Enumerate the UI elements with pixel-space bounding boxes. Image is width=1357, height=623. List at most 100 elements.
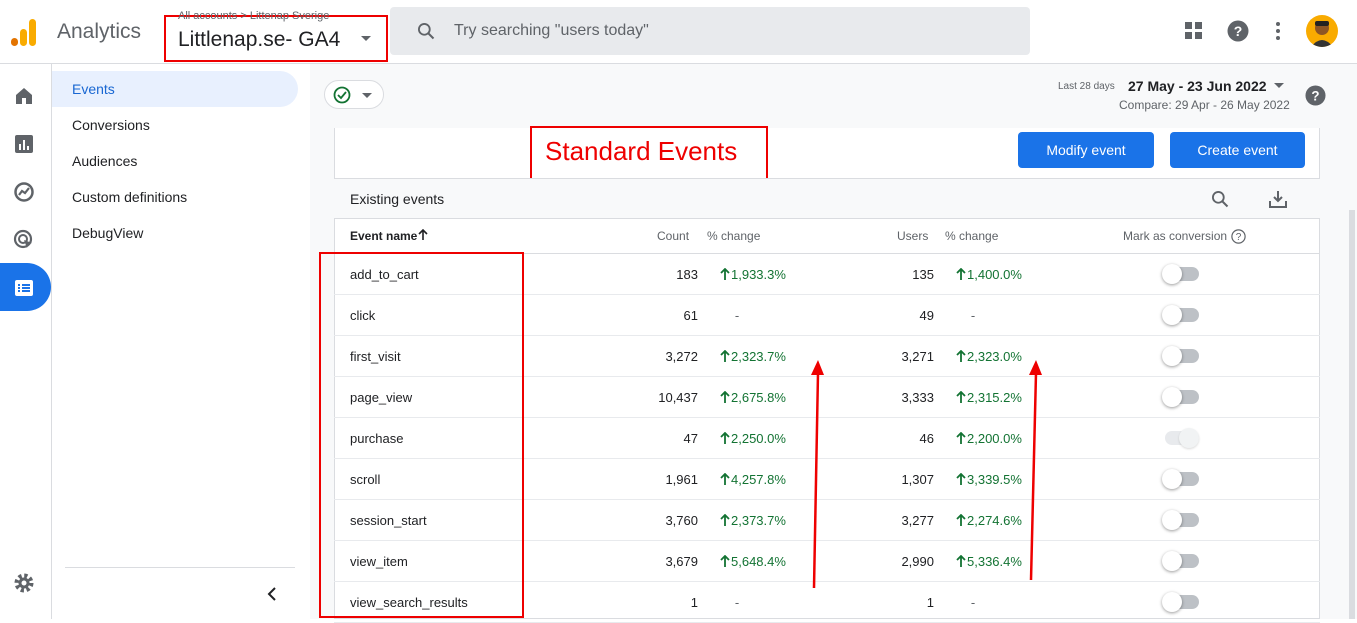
app-title: Analytics [57, 20, 142, 43]
help-icon[interactable]: ? [1227, 20, 1249, 42]
column-header-users[interactable]: Users [897, 229, 928, 243]
mark-as-conversion-toggle[interactable] [1162, 592, 1199, 612]
chevron-down-icon[interactable] [1274, 83, 1284, 88]
arrow-up-icon [956, 514, 966, 526]
sort-arrow-up-icon[interactable] [418, 229, 428, 241]
mark-as-conversion-toggle[interactable] [1162, 551, 1199, 571]
column-header-event-name[interactable]: Event name [350, 229, 417, 243]
arrow-up-icon [956, 432, 966, 444]
sidebar-item-conversions[interactable]: Conversions [52, 107, 298, 143]
count-cell: 183 [676, 267, 698, 282]
toggle-knob [1162, 264, 1182, 284]
users-cell: 49 [919, 308, 934, 323]
count-cell: 3,272 [665, 349, 698, 364]
arrow-up-icon [720, 473, 730, 485]
arrow-up-icon [956, 391, 966, 403]
arrow-up-icon [956, 555, 966, 567]
info-help-icon[interactable]: ? [1231, 229, 1246, 244]
scrollbar[interactable] [1349, 210, 1355, 619]
mark-as-conversion-toggle[interactable] [1162, 387, 1199, 407]
users-change-cell: 2,200.0% [967, 431, 1022, 446]
arrow-up-icon [720, 432, 730, 444]
users-change-cell: 5,336.4% [967, 554, 1022, 569]
svg-text:?: ? [1311, 88, 1319, 103]
mark-as-conversion-toggle[interactable] [1165, 428, 1199, 448]
arrow-annotation-icon [811, 360, 824, 589]
toggle-knob [1162, 305, 1182, 325]
account-breadcrumb[interactable]: All accounts > Littenap Sverige [178, 10, 329, 22]
avatar[interactable] [1306, 15, 1338, 47]
column-header-count[interactable]: Count [657, 229, 689, 243]
users-cell: 2,990 [901, 554, 934, 569]
apps-grid-icon[interactable] [1184, 21, 1204, 41]
users-cell: 135 [912, 267, 934, 282]
count-change-cell: 2,675.8% [731, 390, 786, 405]
data-status-chip[interactable] [324, 80, 384, 109]
mark-as-conversion-toggle[interactable] [1162, 510, 1199, 530]
standard-events-annotation: Standard Events [545, 136, 738, 166]
arrow-up-icon [956, 350, 966, 362]
search-input[interactable]: Try searching "users today" [454, 22, 649, 40]
users-cell: 3,271 [901, 349, 934, 364]
date-compare-text: Compare: 29 Apr - 26 May 2022 [1119, 98, 1290, 112]
explore-icon[interactable] [12, 180, 36, 204]
users-cell: 3,277 [901, 513, 934, 528]
arrow-up-icon [720, 514, 730, 526]
modify-event-button[interactable]: Modify event [1018, 132, 1154, 168]
advertising-icon[interactable] [12, 228, 36, 252]
column-header-users-change[interactable]: % change [945, 229, 998, 243]
configure-list-icon[interactable] [12, 276, 36, 300]
home-icon[interactable] [12, 84, 36, 108]
count-cell: 1 [690, 595, 698, 610]
sidebar-item-events[interactable]: Events [52, 71, 298, 107]
date-range-selector[interactable]: 27 May - 23 Jun 2022 [1128, 78, 1267, 94]
toggle-knob [1162, 346, 1182, 366]
download-icon[interactable] [1268, 189, 1288, 209]
arrow-up-icon [720, 391, 730, 403]
column-header-mark-as-conversion: Mark as conversion [1123, 229, 1228, 243]
users-change-cell: 3,339.5% [967, 472, 1022, 487]
admin-gear-icon[interactable] [12, 571, 36, 595]
sidebar-item-debugview[interactable]: DebugView [52, 215, 298, 251]
count-change-cell: - [734, 595, 740, 610]
toggle-knob [1162, 551, 1182, 571]
mark-as-conversion-toggle[interactable] [1162, 469, 1199, 489]
count-cell: 1,961 [665, 472, 698, 487]
sidebar-item-audiences[interactable]: Audiences [52, 143, 298, 179]
property-selector[interactable]: Littlenap.se- GA4 [178, 28, 340, 52]
count-cell: 3,679 [665, 554, 698, 569]
search-icon[interactable] [1210, 189, 1230, 209]
search-icon [418, 23, 435, 40]
count-change-cell: 4,257.8% [731, 472, 786, 487]
arrow-up-icon [720, 555, 730, 567]
mark-as-conversion-toggle[interactable] [1162, 346, 1199, 366]
users-cell: 3,333 [901, 390, 934, 405]
count-change-cell: 2,323.7% [731, 349, 786, 364]
sidebar-item-custom-definitions[interactable]: Custom definitions [52, 179, 298, 215]
count-cell: 47 [683, 431, 698, 446]
mark-as-conversion-toggle[interactable] [1162, 305, 1199, 325]
help-icon[interactable]: ? [1305, 85, 1326, 106]
chevron-down-icon [362, 93, 372, 98]
create-event-button[interactable]: Create event [1170, 132, 1305, 168]
mark-as-conversion-toggle[interactable] [1162, 264, 1199, 284]
collapse-sidebar-chevron-icon[interactable] [264, 586, 280, 602]
date-range-label: Last 28 days [1058, 81, 1115, 92]
existing-events-header [334, 178, 1320, 219]
users-cell: 1 [926, 595, 934, 610]
users-cell: 1,307 [901, 472, 934, 487]
chevron-down-icon[interactable] [361, 36, 371, 41]
count-cell: 61 [683, 308, 698, 323]
count-cell: 10,437 [658, 390, 698, 405]
more-vert-icon[interactable] [1272, 20, 1284, 42]
reports-icon[interactable] [12, 132, 36, 156]
users-change-cell: 2,274.6% [967, 513, 1022, 528]
toggle-knob [1162, 387, 1182, 407]
count-change-cell: 2,373.7% [731, 513, 786, 528]
column-header-count-change[interactable]: % change [707, 229, 760, 243]
count-cell: 3,760 [665, 513, 698, 528]
svg-text:?: ? [1234, 23, 1243, 39]
analytics-logo-icon[interactable] [10, 16, 40, 46]
arrow-up-icon [956, 268, 966, 280]
count-change-cell: 5,648.4% [731, 554, 786, 569]
